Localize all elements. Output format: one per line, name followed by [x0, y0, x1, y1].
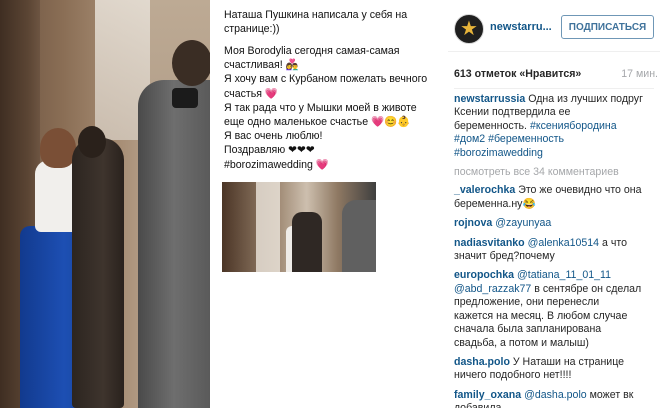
screenshot-line: #borozimawedding 💗 [224, 158, 330, 171]
photographer-head [172, 40, 210, 86]
mention-link[interactable]: @zayunyaa [495, 217, 551, 229]
man-figure [72, 138, 124, 408]
comment-user[interactable]: nadiasvitanko [454, 237, 525, 249]
comment-user[interactable]: europochka [454, 269, 514, 281]
screenshot-line: Моя Borodylia сегодня самая-самая [224, 45, 400, 57]
hashtag-link[interactable]: #дом2 [454, 133, 485, 145]
photographer [342, 200, 376, 272]
man-head [78, 126, 106, 158]
post-screenshot: Наташа Пушкина написала у себя на страни… [216, 0, 442, 408]
hashtag-link[interactable]: #беременность [488, 133, 564, 145]
screenshot-line: Я хочу вам с Курбаном пожелать вечного [224, 73, 428, 86]
screenshot-line: Поздравляю ❤❤❤ [224, 144, 315, 157]
wedding-photo [0, 0, 210, 408]
man-figure [292, 212, 322, 272]
screenshot-line: счастья 💗 [224, 87, 279, 100]
comment-item: rojnova @zayunyaa [454, 217, 658, 230]
comment-item: nadiasvitanko @alenka10514 а что значит … [454, 236, 627, 263]
hashtag-link[interactable]: #ксениябородина [530, 120, 617, 132]
comment-user[interactable]: _valerochka [454, 184, 515, 196]
mention-link[interactable]: @tatiana_11_01_11 [517, 269, 611, 281]
screenshot-line: еще одно маленькое счастье 💗😊👶 [224, 116, 411, 129]
follow-button[interactable]: ПОДПИСАТЬСЯ [561, 15, 654, 39]
avatar[interactable]: ★ [454, 14, 484, 44]
photographer [138, 80, 210, 408]
comment-item: family_oxana @dasha.polo может вк добави… [454, 388, 634, 408]
hashtag-link[interactable]: #borozimawedding [454, 147, 543, 159]
comment-item: _valerochka Это же очевидно что она бере… [454, 184, 642, 210]
screenshot-line: Я так рада что у Мышки моей в животе [224, 101, 417, 114]
instagram-panel: ★ newstarru... ПОДПИСАТЬСЯ 613 отметок «… [448, 0, 660, 408]
comment-item: dasha.polo У Наташи на странице ничего п… [454, 355, 625, 382]
mention-link[interactable]: @alenka10514 [528, 237, 599, 249]
comment-item: europochka @tatiana_11_01_11 @abd_razzak… [454, 269, 642, 349]
comments-list: newstarrussia Одна из лучших подруг Ксен… [454, 93, 658, 408]
caption-text: беременность. [454, 119, 528, 132]
comment-user[interactable]: rojnova [454, 217, 492, 229]
mention-link[interactable]: @dasha.polo [524, 389, 587, 401]
star-icon: ★ [460, 18, 478, 40]
caption: newstarrussia Одна из лучших подруг Ксен… [454, 93, 658, 160]
divider [454, 88, 654, 89]
view-all-comments-link[interactable]: посмотреть все 34 комментариев [454, 166, 658, 179]
caption-user[interactable]: newstarrussia [454, 93, 525, 105]
caption-text: Одна из лучших подруг [528, 93, 643, 105]
mention-link[interactable]: @abd_razzak77 [454, 283, 531, 295]
embedded-photo [222, 182, 376, 272]
username-link[interactable]: newstarru... [490, 21, 552, 33]
screenshot-line: счастливая! 👩‍❤️‍👨 [224, 59, 299, 72]
likes-row: 613 отметок «Нравится» 17 мин. [454, 68, 658, 80]
window [256, 182, 280, 272]
screenshot-message-block: Моя Borodylia сегодня самая-самая счастл… [224, 44, 427, 172]
comment-user[interactable]: dasha.polo [454, 356, 510, 368]
screenshot-line: Наташа Пушкина написала у себя на [224, 9, 408, 21]
woman-hair [40, 128, 76, 168]
post-header: ★ newstarru... ПОДПИСАТЬСЯ [448, 0, 660, 52]
camera-icon [172, 88, 198, 108]
screenshot-line: странице:)) [224, 23, 280, 36]
caption-text: Ксении подтвердила ее [454, 106, 571, 119]
likes-count[interactable]: 613 отметок «Нравится» [454, 68, 581, 80]
post-time[interactable]: 17 мин. [621, 68, 658, 80]
comment-user[interactable]: family_oxana [454, 389, 521, 401]
screenshot-text-block: Наташа Пушкина написала у себя на страни… [224, 8, 407, 36]
screenshot-line: Я вас очень люблю! [224, 130, 323, 143]
